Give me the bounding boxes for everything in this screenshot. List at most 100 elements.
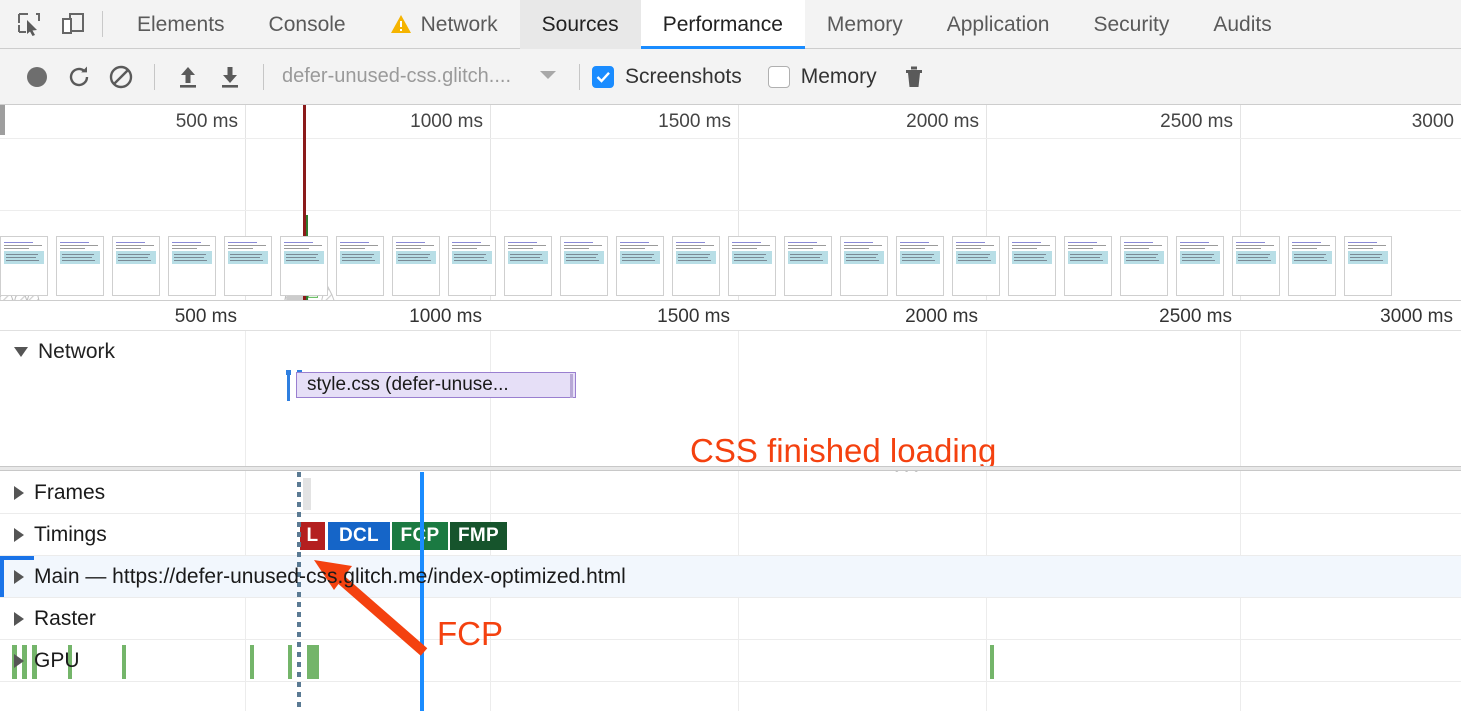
filmstrip-frame[interactable] — [1176, 236, 1224, 296]
request-start-dot — [286, 370, 291, 375]
track-row-frames[interactable]: Frames — [0, 472, 1461, 514]
tab-elements[interactable]: Elements — [115, 0, 247, 49]
filmstrip[interactable] — [0, 232, 1461, 300]
ruler-tick-label: 2500 ms — [1159, 306, 1232, 327]
toolbar-divider-1 — [154, 63, 155, 90]
ruler-tick-label: 1500 ms — [657, 306, 730, 327]
filmstrip-frame[interactable] — [336, 236, 384, 296]
tab-network[interactable]: Network — [368, 0, 520, 49]
load-profile-icon[interactable] — [167, 57, 209, 97]
filmstrip-frame[interactable] — [560, 236, 608, 296]
filmstrip-frame[interactable] — [1344, 236, 1392, 296]
track-row-timings[interactable]: Timings — [0, 514, 1461, 556]
chevron-right-icon — [14, 485, 24, 500]
track-label-main: Main — https://defer-unused-css.glitch.m… — [0, 565, 626, 589]
filmstrip-frame[interactable] — [1120, 236, 1168, 296]
clear-button[interactable] — [100, 57, 142, 97]
ruler-tick-label: 1000 ms — [409, 306, 482, 327]
track-row-raster[interactable]: Raster — [0, 598, 1461, 640]
track-label-text: Timings — [34, 522, 107, 546]
tab-sources[interactable]: Sources — [519, 0, 641, 49]
request-start-pin — [287, 371, 290, 401]
flame-chart-tracks[interactable]: Frames Timings L DCL FCP FMP Main — http… — [0, 472, 1461, 711]
timing-badge-dcl[interactable]: DCL — [328, 522, 390, 550]
filmstrip-frame[interactable] — [616, 236, 664, 296]
gpu-activity-bar — [122, 645, 126, 679]
screenshots-label: Screenshots — [625, 64, 742, 88]
chevron-right-icon — [14, 653, 24, 668]
tab-label: Security — [1093, 12, 1170, 36]
tab-label: Sources — [541, 12, 619, 36]
record-button[interactable] — [16, 57, 58, 97]
filmstrip-frame[interactable] — [1008, 236, 1056, 296]
inspect-element-icon[interactable] — [14, 9, 44, 39]
save-profile-icon[interactable] — [209, 57, 251, 97]
tab-application[interactable]: Application — [925, 0, 1072, 49]
tab-security[interactable]: Security — [1071, 0, 1191, 49]
track-label-text: Main — https://defer-unused-css.glitch.m… — [34, 564, 626, 588]
profile-url-select[interactable]: defer-unused-css.glitch.... — [282, 65, 557, 88]
filmstrip-frame[interactable] — [896, 236, 944, 296]
selection-edge-top — [0, 556, 34, 560]
memory-checkbox[interactable]: Memory — [767, 65, 877, 89]
tabbar-tabs: Elements Console Network Sources Perform… — [115, 0, 1294, 49]
overview-tick-label: 1500 ms — [658, 111, 731, 132]
ruler-tick-label: 3000 ms — [1380, 306, 1453, 327]
track-row-main[interactable]: Main — https://defer-unused-css.glitch.m… — [0, 556, 1461, 598]
filmstrip-frame[interactable] — [728, 236, 776, 296]
filmstrip-frame[interactable] — [784, 236, 832, 296]
filmstrip-frame[interactable] — [392, 236, 440, 296]
tab-label: Application — [946, 12, 1050, 36]
overview-tick-label: 2500 ms — [1160, 111, 1233, 132]
chevron-right-icon — [14, 611, 24, 626]
timing-badge-l[interactable]: L — [300, 522, 325, 550]
tab-label: Audits — [1213, 12, 1272, 36]
filmstrip-frame[interactable] — [1232, 236, 1280, 296]
track-row-gpu[interactable]: GPU — [0, 640, 1461, 682]
fcp-marker-line — [420, 472, 424, 711]
gpu-activity-bar — [250, 645, 254, 679]
tabbar-tool-icons — [0, 9, 88, 39]
filmstrip-frame[interactable] — [1288, 236, 1336, 296]
filmstrip-frame[interactable] — [1064, 236, 1112, 296]
profile-url-value: defer-unused-css.glitch.... — [282, 65, 511, 87]
overview-tick-label: 500 ms — [175, 111, 238, 132]
filmstrip-frame[interactable] — [672, 236, 720, 296]
filmstrip-frame[interactable] — [0, 236, 48, 296]
reload-and-profile-button[interactable] — [58, 57, 100, 97]
toolbar-divider-3 — [579, 63, 580, 90]
overview-marker-line — [303, 105, 306, 215]
chevron-down-icon — [539, 68, 557, 86]
filmstrip-frame[interactable] — [224, 236, 272, 296]
tab-performance[interactable]: Performance — [640, 0, 806, 49]
checkbox-box — [592, 65, 614, 88]
track-label-text: GPU — [34, 648, 80, 672]
filmstrip-frame[interactable] — [168, 236, 216, 296]
pane-splitter[interactable] — [0, 466, 1461, 471]
screenshots-checkbox[interactable]: Screenshots — [592, 65, 742, 89]
network-request-bar[interactable]: style.css (defer-unuse... — [296, 372, 576, 398]
tab-console[interactable]: Console — [247, 0, 368, 49]
filmstrip-frame[interactable] — [840, 236, 888, 296]
gpu-activity-bar — [990, 645, 994, 679]
collect-garbage-icon[interactable] — [893, 57, 935, 97]
track-label-text: Raster — [34, 606, 96, 630]
filmstrip-frame[interactable] — [280, 236, 328, 296]
device-toolbar-icon[interactable] — [58, 9, 88, 39]
timing-badge-fmp[interactable]: FMP — [450, 522, 507, 550]
tab-label: Performance — [662, 12, 783, 36]
tab-audits[interactable]: Audits — [1191, 0, 1293, 49]
chevron-right-icon — [14, 527, 24, 542]
network-group-header[interactable]: Network — [14, 340, 115, 364]
filmstrip-frame[interactable] — [448, 236, 496, 296]
checkbox-box — [767, 65, 790, 88]
overview-left-handle[interactable] — [0, 105, 5, 135]
tab-label: Network — [420, 12, 498, 36]
filmstrip-frame[interactable] — [112, 236, 160, 296]
ruler-tick-label: 2000 ms — [905, 306, 978, 327]
filmstrip-frame[interactable] — [952, 236, 1000, 296]
tab-memory[interactable]: Memory — [805, 0, 925, 49]
filmstrip-frame[interactable] — [56, 236, 104, 296]
track-label-text: Frames — [34, 480, 106, 504]
filmstrip-frame[interactable] — [504, 236, 552, 296]
